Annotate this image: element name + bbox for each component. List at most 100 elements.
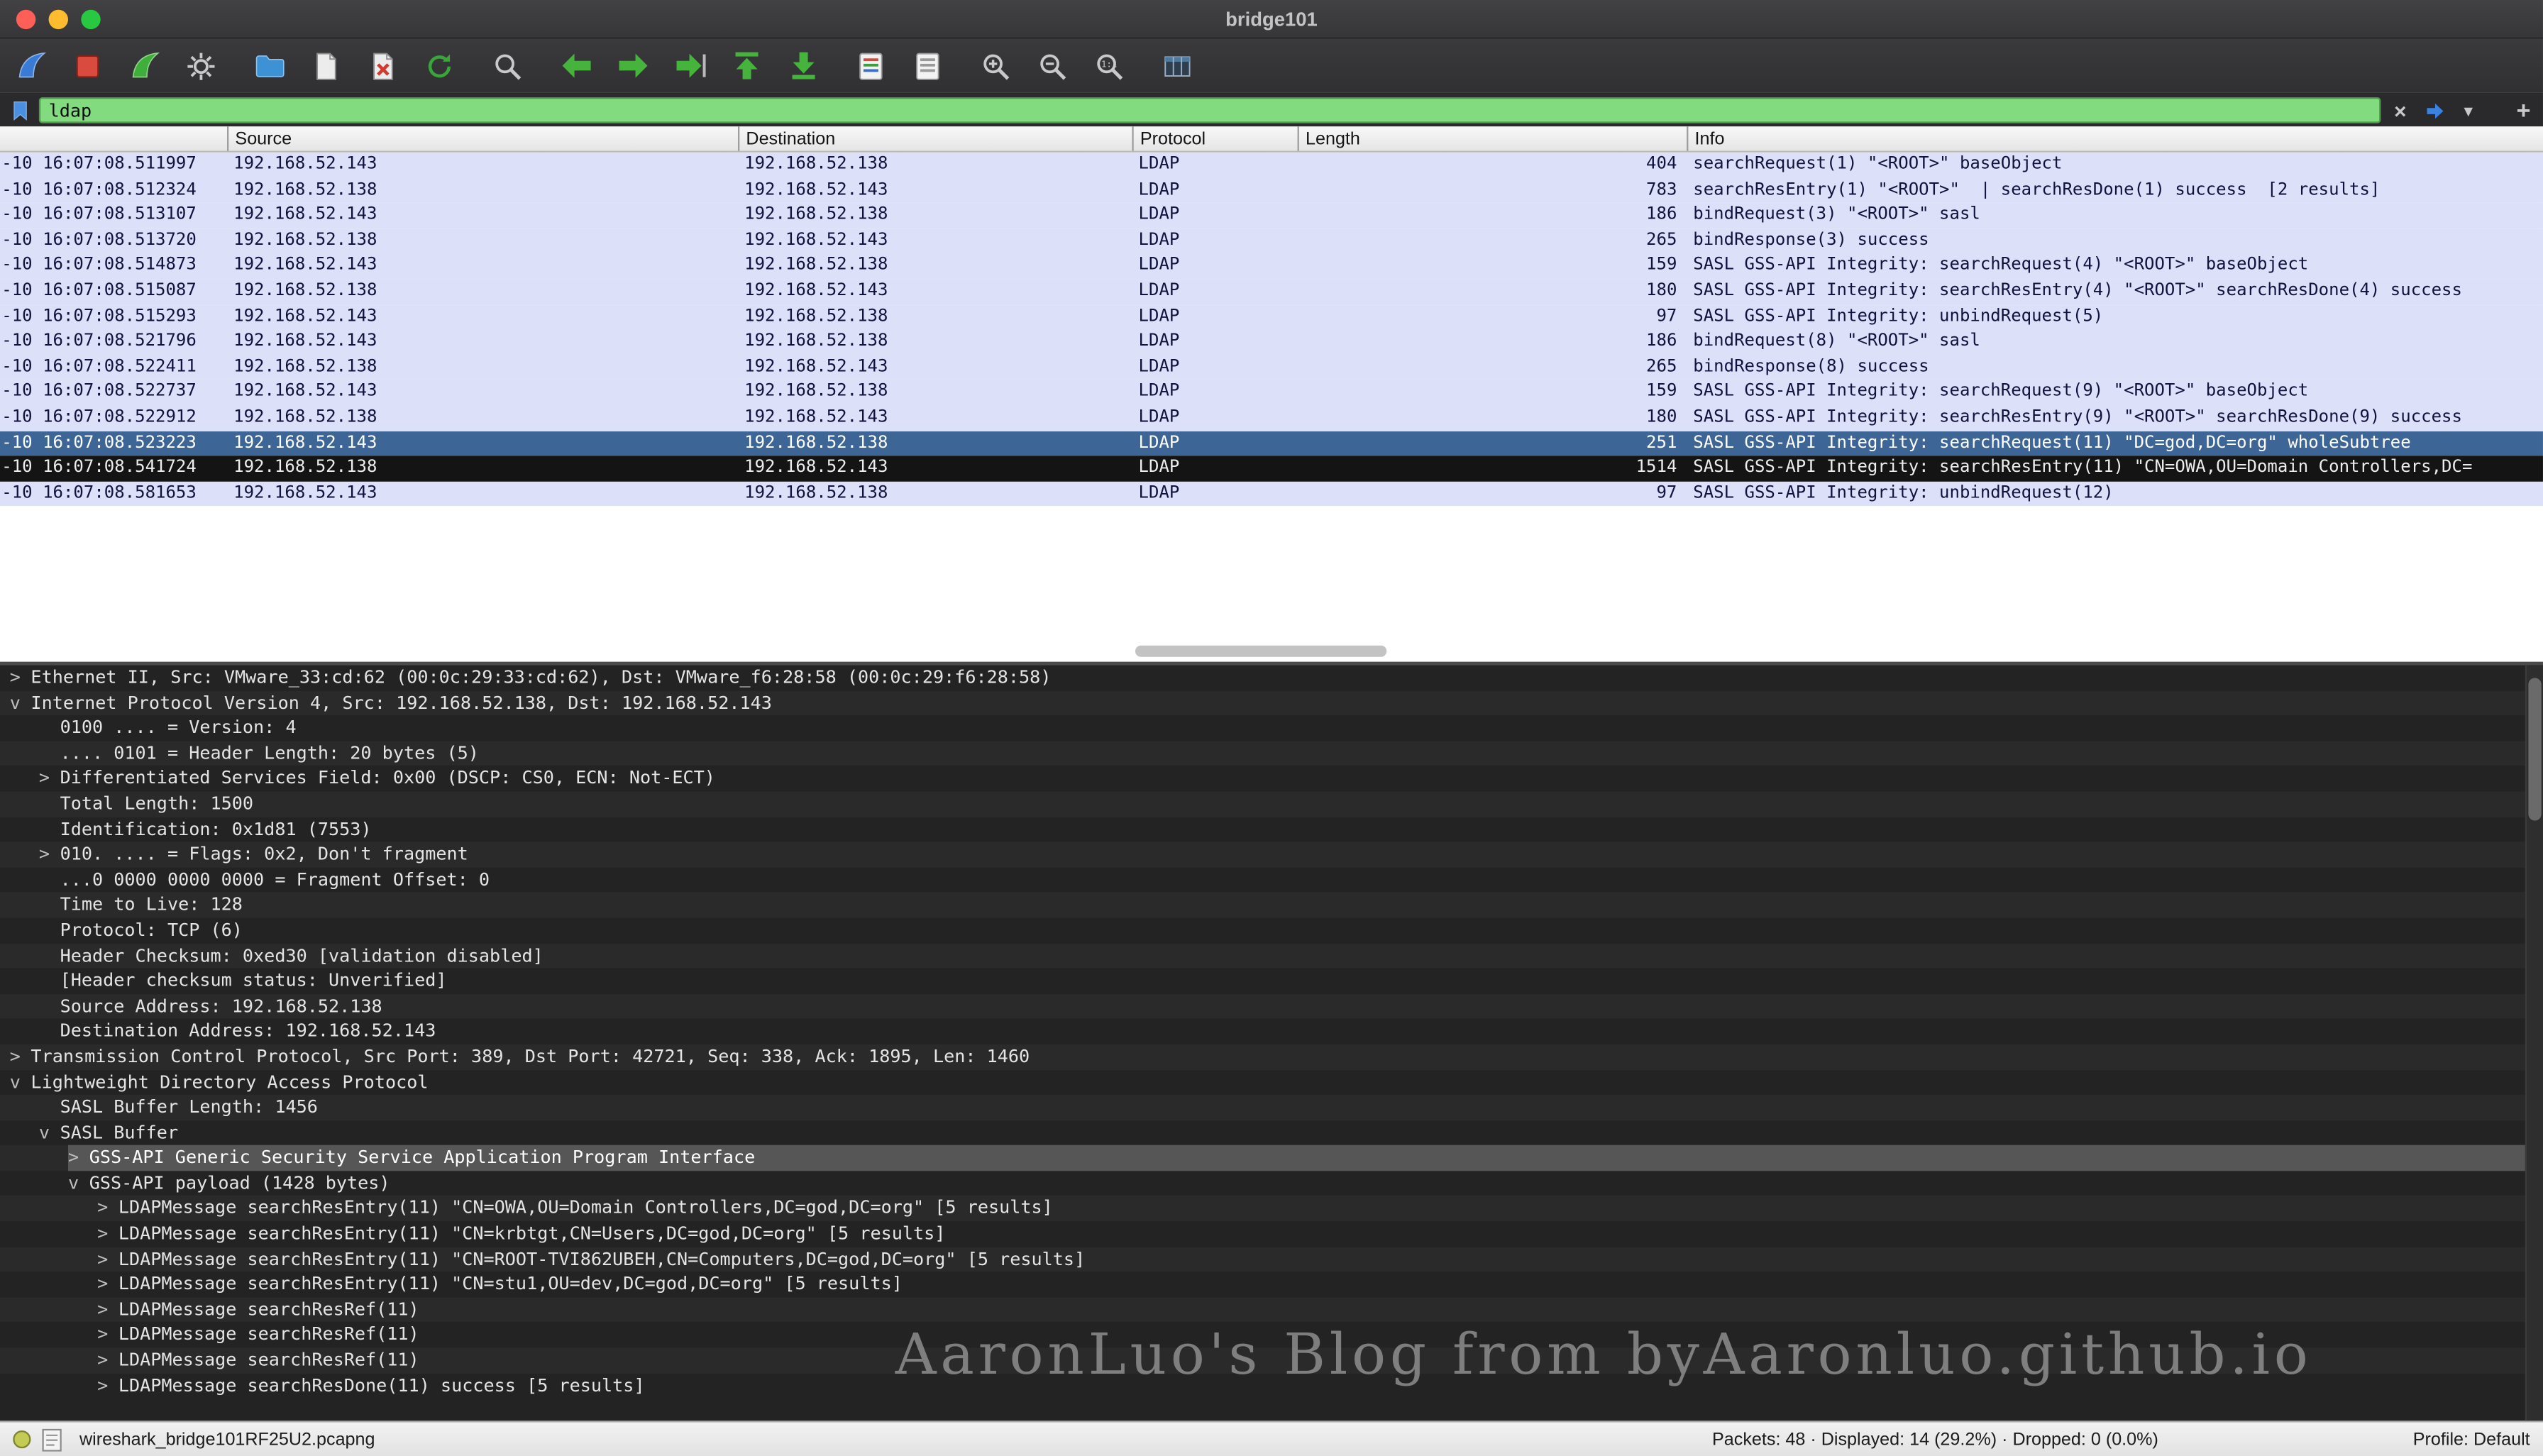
- expand-icon[interactable]: >: [97, 1272, 118, 1298]
- packet-row[interactable]: -10 16:07:08.515293192.168.52.143192.168…: [0, 304, 2543, 330]
- filter-bookmark-button[interactable]: [5, 96, 34, 125]
- expand-icon[interactable]: >: [97, 1221, 118, 1247]
- detail-row[interactable]: >Differentiated Services Field: 0x00 (DS…: [0, 766, 2543, 792]
- expand-icon[interactable]: >: [39, 842, 60, 868]
- detail-row[interactable]: >LDAPMessage searchResRef(11): [0, 1323, 2543, 1348]
- horizontal-scrollbar-thumb[interactable]: [1135, 646, 1386, 657]
- close-file-button[interactable]: [362, 45, 404, 87]
- filter-add-button[interactable]: +: [2509, 96, 2538, 125]
- reload-file-button[interactable]: [419, 45, 460, 87]
- save-file-button[interactable]: [305, 45, 347, 87]
- packet-row[interactable]: -10 16:07:08.521796192.168.52.143192.168…: [0, 329, 2543, 355]
- auto-scroll-button[interactable]: [907, 45, 949, 87]
- collapse-icon[interactable]: v: [39, 1120, 60, 1146]
- detail-row[interactable]: >GSS-API Generic Security Service Applic…: [0, 1145, 2543, 1171]
- detail-row[interactable]: >Transmission Control Protocol, Src Port…: [0, 1044, 2543, 1070]
- detail-row[interactable]: vSASL Buffer: [0, 1120, 2543, 1146]
- detail-row[interactable]: Destination Address: 192.168.52.143: [0, 1019, 2543, 1044]
- stop-capture-button[interactable]: [67, 45, 109, 87]
- minimize-window-button[interactable]: [49, 9, 68, 28]
- expand-icon[interactable]: >: [39, 766, 60, 792]
- profile-label[interactable]: Profile: Default: [2413, 1430, 2530, 1449]
- column-header-info[interactable]: Info: [1687, 126, 2543, 150]
- horizontal-scrollbar[interactable]: [0, 646, 2543, 658]
- detail-row[interactable]: >LDAPMessage searchResEntry(11) "CN=krbt…: [0, 1221, 2543, 1247]
- resize-columns-button[interactable]: [1157, 45, 1198, 87]
- display-filter-input[interactable]: [39, 97, 2381, 123]
- details-scrollbar[interactable]: [2525, 665, 2543, 1421]
- detail-row[interactable]: >LDAPMessage searchResRef(11): [0, 1347, 2543, 1373]
- detail-row[interactable]: >LDAPMessage searchResDone(11) success […: [0, 1373, 2543, 1399]
- last-packet-button[interactable]: [782, 45, 824, 87]
- detail-row[interactable]: vInternet Protocol Version 4, Src: 192.1…: [0, 690, 2543, 716]
- detail-row[interactable]: >LDAPMessage searchResRef(11): [0, 1297, 2543, 1323]
- packet-row[interactable]: -10 16:07:08.522737192.168.52.143192.168…: [0, 380, 2543, 406]
- capture-options-button[interactable]: [180, 45, 222, 87]
- open-file-button[interactable]: [248, 45, 290, 87]
- column-header-destination[interactable]: Destination: [738, 126, 1132, 150]
- detail-row[interactable]: vLightweight Directory Access Protocol: [0, 1069, 2543, 1095]
- go-to-packet-button[interactable]: [668, 45, 710, 87]
- packet-row[interactable]: -10 16:07:08.522912192.168.52.138192.168…: [0, 405, 2543, 431]
- find-packet-button[interactable]: [487, 45, 529, 87]
- capture-comment-icon[interactable]: [42, 1428, 61, 1451]
- detail-row[interactable]: >LDAPMessage searchResEntry(11) "CN=OWA,…: [0, 1196, 2543, 1222]
- detail-row[interactable]: Identification: 0x1d81 (7553): [0, 817, 2543, 842]
- packet-row[interactable]: -10 16:07:08.523223192.168.52.143192.168…: [0, 431, 2543, 456]
- go-back-button[interactable]: [555, 45, 597, 87]
- column-header-time[interactable]: [0, 126, 227, 150]
- detail-row[interactable]: [Header checksum status: Unverified]: [0, 969, 2543, 994]
- close-window-button[interactable]: [16, 9, 35, 28]
- detail-row[interactable]: .... 0101 = Header Length: 20 bytes (5): [0, 741, 2543, 766]
- packet-row[interactable]: -10 16:07:08.511997192.168.52.143192.168…: [0, 153, 2543, 178]
- packet-row[interactable]: -10 16:07:08.513107192.168.52.143192.168…: [0, 203, 2543, 228]
- expand-icon[interactable]: >: [10, 665, 31, 690]
- expert-info-icon[interactable]: [13, 1430, 31, 1448]
- collapse-icon[interactable]: v: [68, 1171, 89, 1196]
- packet-row[interactable]: -10 16:07:08.541724192.168.52.138192.168…: [0, 456, 2543, 482]
- filter-dropdown-button[interactable]: ▾: [2454, 96, 2483, 125]
- colorize-packets-button[interactable]: [850, 45, 892, 87]
- column-header-length[interactable]: Length: [1298, 126, 1687, 150]
- detail-row[interactable]: Protocol: TCP (6): [0, 918, 2543, 944]
- zoom-original-button[interactable]: 1:1: [1088, 45, 1130, 87]
- collapse-icon[interactable]: v: [10, 690, 31, 716]
- packet-row[interactable]: -10 16:07:08.522411192.168.52.138192.168…: [0, 355, 2543, 380]
- detail-row[interactable]: >LDAPMessage searchResEntry(11) "CN=ROOT…: [0, 1247, 2543, 1272]
- detail-row[interactable]: >LDAPMessage searchResEntry(11) "CN=stu1…: [0, 1272, 2543, 1298]
- detail-row[interactable]: >Ethernet II, Src: VMware_33:cd:62 (00:0…: [0, 665, 2543, 690]
- column-header-source[interactable]: Source: [227, 126, 738, 150]
- packet-row[interactable]: -10 16:07:08.512324192.168.52.138192.168…: [0, 177, 2543, 203]
- expand-icon[interactable]: >: [68, 1145, 89, 1171]
- detail-row[interactable]: Source Address: 192.168.52.138: [0, 993, 2543, 1019]
- restart-capture-button[interactable]: [123, 45, 165, 87]
- filter-apply-button[interactable]: [2420, 96, 2449, 125]
- detail-row[interactable]: 0100 .... = Version: 4: [0, 715, 2543, 741]
- zoom-in-button[interactable]: [975, 45, 1017, 87]
- detail-row[interactable]: >010. .... = Flags: 0x2, Don't fragment: [0, 842, 2543, 868]
- expand-icon[interactable]: >: [97, 1247, 118, 1272]
- packet-row[interactable]: -10 16:07:08.581653192.168.52.143192.168…: [0, 481, 2543, 507]
- zoom-out-button[interactable]: [1032, 45, 1074, 87]
- details-scrollbar-thumb[interactable]: [2528, 678, 2541, 820]
- expand-icon[interactable]: >: [97, 1196, 118, 1222]
- start-capture-button[interactable]: [10, 45, 52, 87]
- expand-icon[interactable]: >: [97, 1373, 118, 1399]
- first-packet-button[interactable]: [725, 45, 767, 87]
- packet-row[interactable]: -10 16:07:08.515087192.168.52.138192.168…: [0, 279, 2543, 304]
- packet-row[interactable]: -10 16:07:08.514873192.168.52.143192.168…: [0, 253, 2543, 279]
- expand-icon[interactable]: >: [10, 1044, 31, 1070]
- expand-icon[interactable]: >: [97, 1297, 118, 1323]
- detail-row[interactable]: vGSS-API payload (1428 bytes): [0, 1171, 2543, 1196]
- detail-row[interactable]: Total Length: 1500: [0, 791, 2543, 817]
- detail-row[interactable]: ...0 0000 0000 0000 = Fragment Offset: 0: [0, 867, 2543, 893]
- collapse-icon[interactable]: v: [10, 1069, 31, 1095]
- filter-clear-button[interactable]: ×: [2385, 96, 2415, 125]
- zoom-window-button[interactable]: [81, 9, 100, 28]
- detail-row[interactable]: SASL Buffer Length: 1456: [0, 1095, 2543, 1120]
- expand-icon[interactable]: >: [97, 1323, 118, 1348]
- expand-icon[interactable]: >: [97, 1347, 118, 1373]
- column-header-protocol[interactable]: Protocol: [1132, 126, 1297, 150]
- go-forward-button[interactable]: [612, 45, 653, 87]
- detail-row[interactable]: Header Checksum: 0xed30 [validation disa…: [0, 943, 2543, 969]
